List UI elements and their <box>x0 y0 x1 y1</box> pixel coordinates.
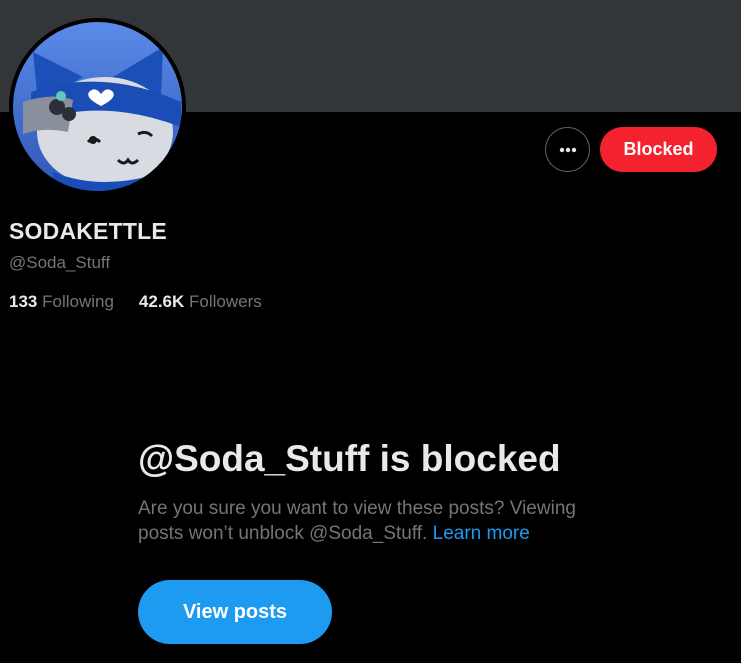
following-link[interactable]: 133 Following <box>9 292 114 312</box>
followers-link[interactable]: 42.6K Followers <box>139 292 262 312</box>
learn-more-link[interactable]: Learn more <box>433 523 530 544</box>
blocked-description: Are you sure you want to view these post… <box>138 496 598 546</box>
avatar[interactable] <box>9 18 186 195</box>
profile-stats: 133 Following 42.6K Followers <box>9 292 262 312</box>
following-count: 133 <box>9 292 38 311</box>
profile-page: Blocked SODAKETTLE @Soda_Stuff 133 Follo… <box>0 0 741 663</box>
blocked-button[interactable]: Blocked <box>600 127 717 172</box>
more-horizontal-icon <box>559 147 576 152</box>
followers-count: 42.6K <box>138 292 185 311</box>
user-handle: @Soda_Stuff <box>9 253 111 272</box>
blocked-title: @Soda_Stuff is blocked <box>138 438 561 479</box>
view-posts-button[interactable]: View posts <box>138 580 332 644</box>
more-options-button[interactable] <box>545 127 590 172</box>
followers-label: Followers <box>189 292 262 311</box>
avatar-image <box>13 22 182 191</box>
following-label: Following <box>42 292 114 311</box>
display-name: SODAKETTLE <box>9 218 167 244</box>
